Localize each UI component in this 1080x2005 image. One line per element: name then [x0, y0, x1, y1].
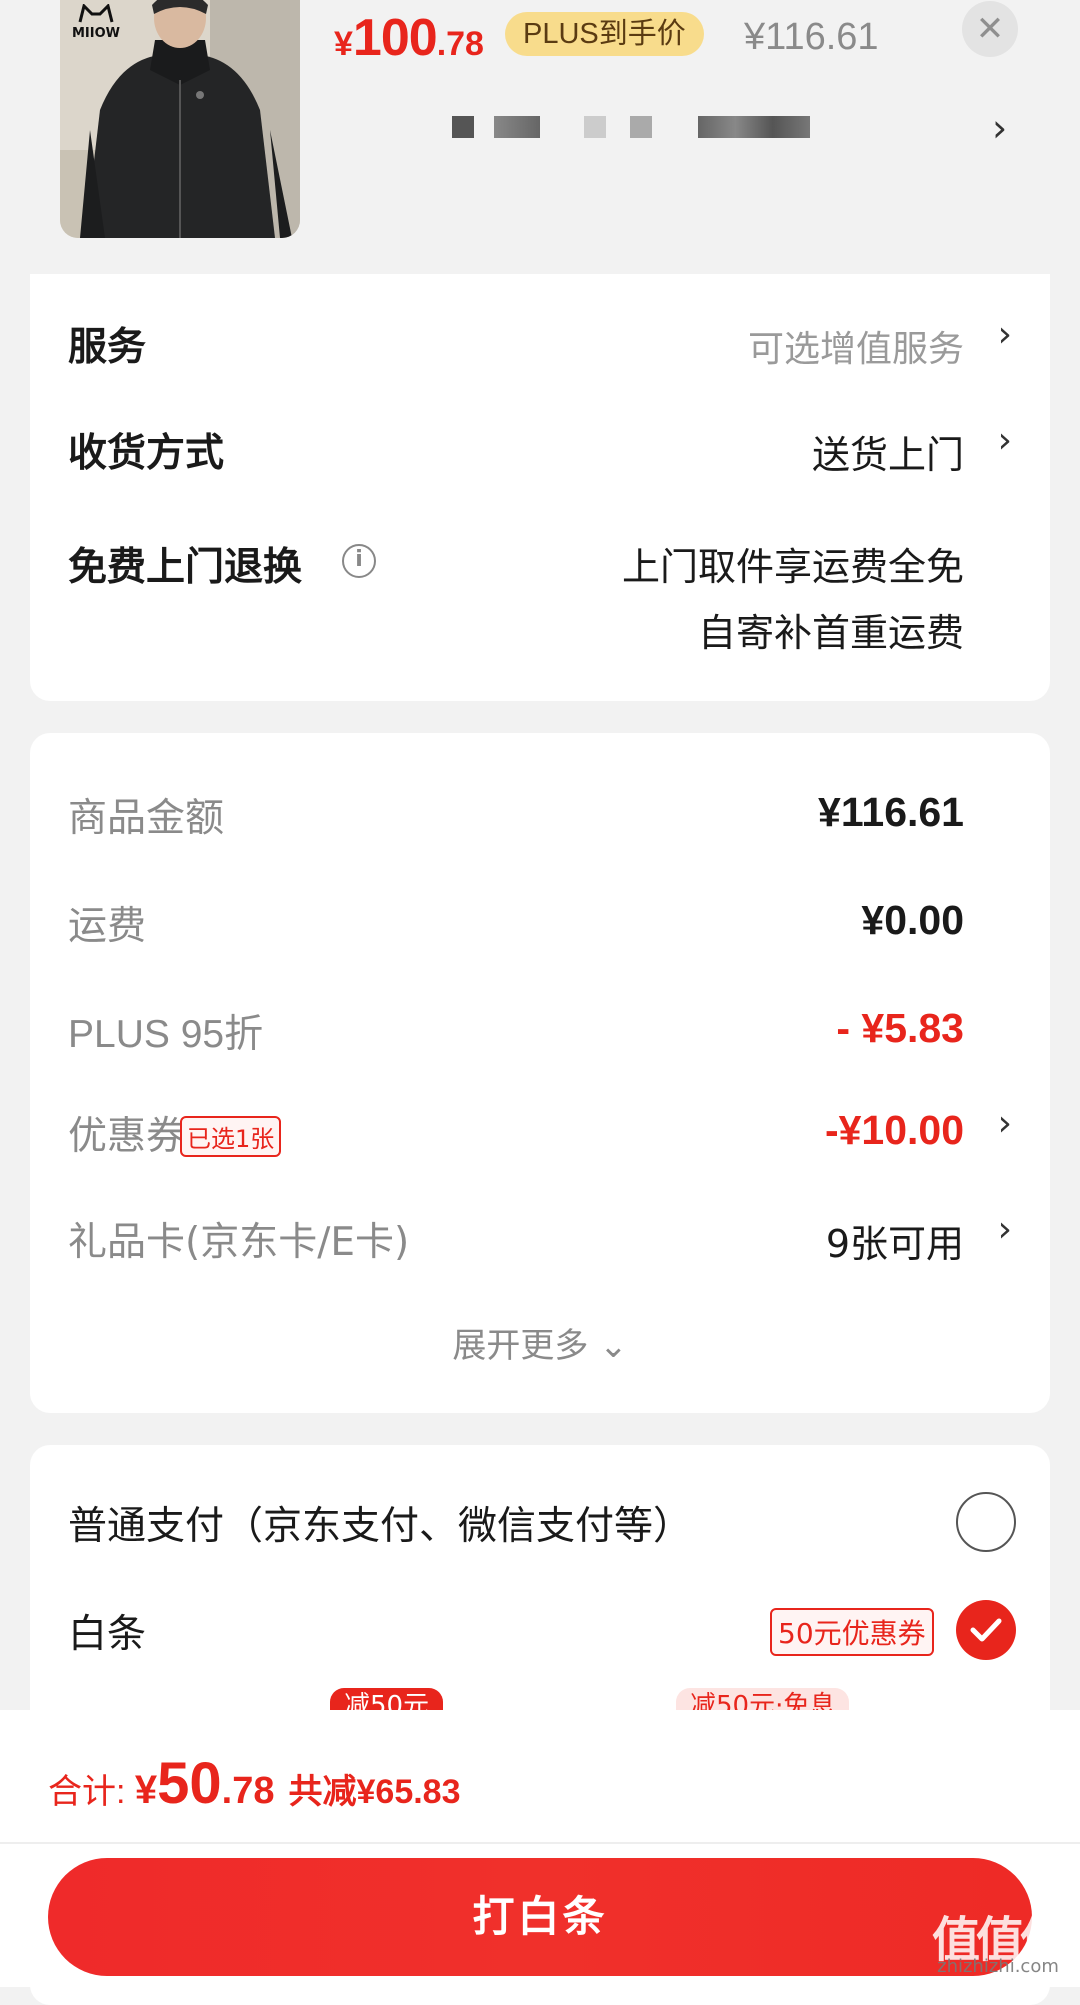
- total-label: 合计:: [48, 1773, 135, 1811]
- free-return-value-line2: 自寄补首重运费: [697, 611, 964, 655]
- total-savings: 共减¥65.83: [288, 1773, 461, 1811]
- chevron-down-icon: ⌄: [599, 1326, 628, 1366]
- delivery-chevron-icon[interactable]: ›: [998, 420, 1012, 461]
- delivery-value[interactable]: 送货上门: [812, 424, 964, 479]
- free-return-value-line1: 上门取件享运费全免: [621, 545, 964, 589]
- giftcard-value[interactable]: 9张可用: [826, 1213, 964, 1268]
- original-price: ¥116.61: [744, 16, 879, 58]
- service-chevron-icon[interactable]: ›: [998, 314, 1012, 355]
- site-watermark-url: zhizhizhi.com: [937, 1956, 1059, 1977]
- free-return-label: 免费上门退换: [68, 545, 303, 590]
- coupon-label: 优惠券: [68, 1114, 186, 1159]
- service-label: 服务: [68, 325, 147, 370]
- info-icon[interactable]: i: [342, 544, 376, 578]
- delivery-label: 收货方式: [68, 431, 225, 476]
- spec-mask-block: [698, 116, 810, 138]
- product-thumbnail[interactable]: MIIOW: [60, 0, 300, 238]
- brand-logo: MIIOW: [66, 3, 126, 41]
- order-total: 合计: ¥50.78 共减¥65.83: [48, 1750, 461, 1817]
- cat-logo-icon: [78, 3, 114, 23]
- plus-discount-value: - ¥5.83: [836, 1005, 964, 1051]
- goods-amount-label: 商品金额: [68, 796, 225, 841]
- expand-more-button[interactable]: 展开更多 ⌄: [30, 1318, 1050, 1367]
- price-integer: 100: [352, 9, 438, 67]
- total-decimal: .78: [221, 1770, 275, 1812]
- coupon-selected-badge: 已选1张: [180, 1116, 282, 1157]
- spec-mask-block: [494, 116, 540, 138]
- baitiao-label[interactable]: 白条: [68, 1603, 146, 1659]
- spec-chevron-icon[interactable]: ›: [992, 106, 1007, 150]
- service-value[interactable]: 可选增值服务: [748, 320, 964, 372]
- spec-mask-block: [584, 116, 606, 138]
- giftcard-chevron-icon[interactable]: ›: [998, 1209, 1012, 1250]
- giftcard-label: 礼品卡(京东卡/E卡): [68, 1220, 410, 1265]
- total-currency: ¥: [134, 1768, 158, 1812]
- shipping-label: 运费: [68, 904, 147, 949]
- coupon-chevron-icon[interactable]: ›: [998, 1103, 1012, 1144]
- plus-price: ¥100.78: [334, 8, 484, 68]
- plus-discount-label: PLUS 95折: [68, 1013, 264, 1056]
- pay-with-baitiao-button[interactable]: 打白条: [48, 1858, 1032, 1976]
- shipping-value: ¥0.00: [861, 897, 964, 943]
- check-icon: [970, 1618, 1002, 1642]
- baitiao-radio-checked[interactable]: [956, 1600, 1016, 1660]
- service-card: 服务 可选增值服务 › 收货方式 送货上门 › 免费上门退换 i 上门取件享运费…: [30, 274, 1050, 701]
- coupon-value[interactable]: -¥10.00: [825, 1107, 964, 1154]
- spec-mask-block: [630, 116, 652, 138]
- price-decimal: .78: [436, 25, 484, 63]
- footer-divider: [0, 1842, 1080, 1844]
- normal-payment-radio[interactable]: [956, 1492, 1016, 1552]
- brand-logo-text: MIIOW: [71, 26, 120, 41]
- spec-mask-block: [452, 116, 474, 138]
- plus-price-tag: PLUS到手价: [505, 12, 704, 56]
- normal-payment-label[interactable]: 普通支付（京东支付、微信支付等）: [68, 1495, 692, 1551]
- goods-amount-value: ¥116.61: [818, 789, 964, 835]
- close-button[interactable]: ✕: [962, 1, 1018, 57]
- total-integer: 50: [157, 1751, 222, 1816]
- price-summary-card: 商品金额 ¥116.61 运费 ¥0.00 PLUS 95折 - ¥5.83 优…: [30, 733, 1050, 1413]
- price-currency: ¥: [334, 25, 353, 63]
- baitiao-coupon-badge: 50元优惠券: [770, 1608, 934, 1656]
- expand-more-label: 展开更多: [452, 1326, 589, 1366]
